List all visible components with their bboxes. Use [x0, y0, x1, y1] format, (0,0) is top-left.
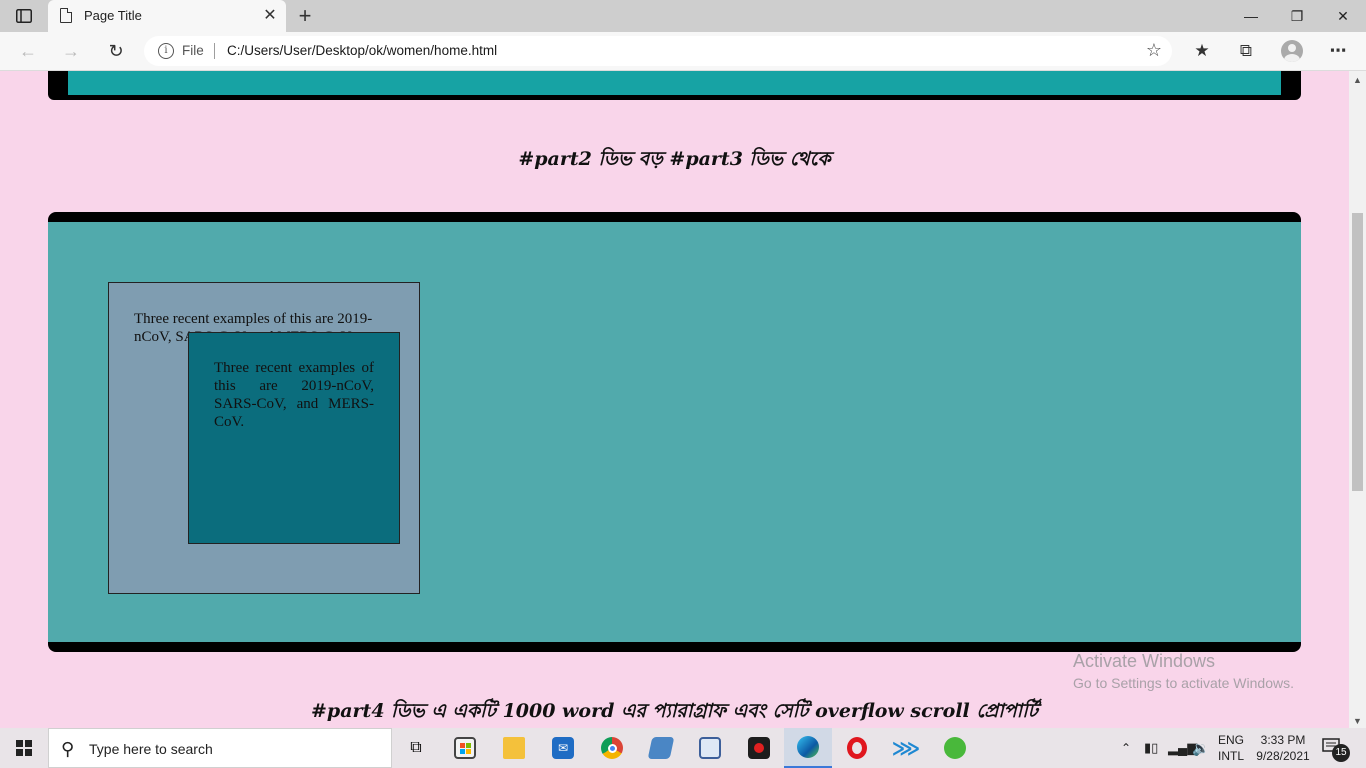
- new-tab-button[interactable]: +: [294, 3, 316, 29]
- volume-control[interactable]: 🔉: [1192, 728, 1209, 768]
- part2-heading: #part2 ডিভ বড় #part3 ডিভ থেকে: [518, 148, 831, 170]
- forward-button[interactable]: →: [57, 38, 85, 64]
- info-icon[interactable]: i: [158, 43, 174, 59]
- tab-actions-button[interactable]: [10, 6, 38, 26]
- close-window-button[interactable]: ✕: [1320, 2, 1366, 30]
- edge-app[interactable]: [784, 728, 832, 768]
- windows-logo-icon: [16, 740, 32, 756]
- inner-box-text: Three recent examples of this are 2019-n…: [214, 360, 374, 430]
- chevron-up-icon: ⌃: [1121, 741, 1132, 755]
- edge-icon: [797, 736, 819, 758]
- outer-box: Three recent examples of this are 2019-n…: [108, 282, 420, 594]
- tab-actions-icon: [16, 9, 32, 23]
- battery-status[interactable]: ▮▯: [1144, 728, 1158, 768]
- show-hidden-icons[interactable]: ⌃: [1121, 728, 1131, 768]
- opera-app[interactable]: [833, 728, 881, 768]
- page-viewport: #part2 ডিভ বড় #part3 ডিভ থেকে Three rec…: [0, 71, 1349, 728]
- chrome-icon: [601, 737, 623, 759]
- search-icon: ⚲: [61, 739, 75, 759]
- page-scrollbar[interactable]: ▲ ▼: [1349, 71, 1366, 728]
- scroll-down-icon[interactable]: ▼: [1353, 716, 1362, 726]
- browser-tab-bar: Page Title ✕ + — ❐ ✕: [0, 0, 1366, 32]
- scroll-up-icon[interactable]: ▲: [1353, 75, 1362, 85]
- speaker-icon: 🔉: [1192, 739, 1210, 756]
- taskbar-clock[interactable]: 3:33 PM 9/28/2021: [1252, 732, 1314, 764]
- taskbar-search-box[interactable]: ⚲ Type here to search: [48, 728, 392, 768]
- refresh-icon: ↻: [108, 40, 124, 61]
- tab-title: Page Title: [84, 8, 142, 23]
- minimize-icon: —: [1244, 8, 1258, 24]
- favorites-icon[interactable]: ★: [1189, 39, 1215, 63]
- address-scheme-label: File: [182, 43, 204, 58]
- screen-recorder-app[interactable]: [735, 728, 783, 768]
- profile-avatar[interactable]: [1281, 40, 1303, 62]
- store-icon: [454, 737, 476, 759]
- search-placeholder: Type here to search: [89, 741, 213, 757]
- mail-app[interactable]: ✉: [539, 728, 587, 768]
- monitor-icon: [699, 737, 721, 759]
- part3-container: Three recent examples of this are 2019-n…: [48, 212, 1301, 652]
- scrollbar-thumb[interactable]: [1352, 213, 1363, 491]
- store-app[interactable]: [441, 728, 489, 768]
- app-monitor-tool[interactable]: [686, 728, 734, 768]
- tab-close-button[interactable]: ✕: [260, 5, 280, 25]
- app-window-icon: [647, 737, 675, 759]
- collections-icon[interactable]: ⧉: [1233, 39, 1259, 63]
- windows-taskbar: ⚲ Type here to search ⧉ ✉ ⋙ ⌃ ▮▯ ▂▄▆ 🔉 E…: [0, 728, 1366, 768]
- arrow-right-icon: →: [62, 40, 80, 61]
- keyboard-layout: INTL: [1218, 749, 1245, 763]
- opera-icon: [847, 737, 867, 759]
- close-icon: ✕: [1337, 8, 1349, 24]
- page-document-icon: [60, 8, 72, 23]
- battery-icon: ▮▯: [1144, 740, 1159, 755]
- notification-count-badge: 15: [1332, 744, 1350, 762]
- activate-subtitle: Go to Settings to activate Windows.: [1073, 675, 1294, 691]
- address-bar[interactable]: i File C:/Users/User/Desktop/ok/women/ho…: [144, 36, 1172, 66]
- start-button[interactable]: [0, 728, 48, 768]
- input-language[interactable]: ENG INTL: [1218, 728, 1244, 768]
- task-view-icon: ⧉: [410, 739, 422, 756]
- green-app[interactable]: [931, 728, 979, 768]
- activate-windows-watermark: Activate Windows Go to Settings to activ…: [1073, 651, 1294, 691]
- recorder-icon: [748, 737, 770, 759]
- address-separator: [214, 43, 215, 59]
- restore-icon: ❐: [1290, 8, 1304, 24]
- part1-block: [48, 71, 1301, 100]
- browser-toolbar: ← → ↻ i File C:/Users/User/Desktop/ok/wo…: [0, 32, 1366, 71]
- language-code: ENG: [1218, 733, 1245, 747]
- vscode-app[interactable]: ⋙: [882, 728, 930, 768]
- clock-date: 9/28/2021: [1256, 749, 1310, 763]
- clock-time: 3:33 PM: [1260, 733, 1306, 747]
- part1-inner: [68, 71, 1281, 95]
- restore-button[interactable]: ❐: [1274, 2, 1320, 30]
- task-view-button[interactable]: ⧉: [392, 728, 440, 768]
- part3-inner: Three recent examples of this are 2019-n…: [48, 222, 1301, 642]
- url-text[interactable]: C:/Users/User/Desktop/ok/women/home.html: [227, 43, 497, 58]
- minimize-button[interactable]: —: [1228, 2, 1274, 30]
- part4-heading: #part4 ডিভ এ একটি 1000 word এর প্যারাগ্র…: [311, 700, 1038, 722]
- activate-title: Activate Windows: [1073, 651, 1216, 671]
- more-menu-icon[interactable]: ⋯: [1325, 39, 1351, 63]
- folder-icon: [503, 737, 525, 759]
- browser-tab-active[interactable]: Page Title ✕: [48, 0, 286, 32]
- notification-center-button[interactable]: 15: [1322, 738, 1350, 762]
- vscode-icon: ⋙: [891, 737, 921, 760]
- inner-box: Three recent examples of this are 2019-n…: [188, 332, 400, 544]
- back-button[interactable]: ←: [14, 38, 42, 64]
- file-explorer-app[interactable]: [490, 728, 538, 768]
- app-window-tool[interactable]: [637, 728, 685, 768]
- add-favorite-icon[interactable]: ☆: [1146, 40, 1162, 61]
- green-app-icon: [944, 737, 966, 759]
- arrow-left-icon: ←: [19, 40, 37, 61]
- chrome-app[interactable]: [588, 728, 636, 768]
- refresh-button[interactable]: ↻: [102, 38, 130, 64]
- mail-icon: ✉: [552, 737, 574, 759]
